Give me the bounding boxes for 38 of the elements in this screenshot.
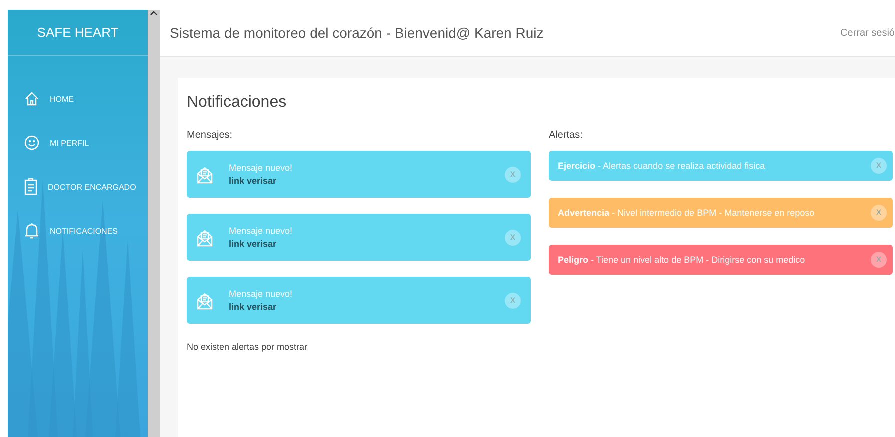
- nav-label: HOME: [50, 94, 74, 104]
- nav-item[interactable]: NOTIFICACIONES: [24, 216, 148, 246]
- alert-text: Peligro - Tiene un nivel alto de BPM - Dirigirse con su medico: [558, 255, 806, 265]
- nav-label: MI PERFIL: [50, 138, 90, 148]
- message-link[interactable]: link verisar: [229, 302, 505, 312]
- envelope-icon: [197, 292, 213, 310]
- scroll-up-icon[interactable]: [150, 10, 158, 18]
- messages-label: Mensajes:: [187, 130, 234, 141]
- message-title: Mensaje nuevo!: [229, 226, 294, 236]
- close-button[interactable]: x: [871, 252, 887, 268]
- house-icon: [24, 91, 40, 107]
- message-link[interactable]: link verisar: [229, 176, 505, 186]
- empty-text: No existen alertas por mostrar: [187, 342, 309, 352]
- close-button[interactable]: x: [505, 166, 521, 182]
- close-button[interactable]: x: [871, 205, 887, 221]
- alerts-label: Alertas:: [549, 130, 584, 141]
- message-title: Mensaje nuevo!: [229, 289, 294, 299]
- close-button[interactable]: x: [505, 292, 521, 308]
- logout-link[interactable]: Cerrar sesió: [840, 28, 895, 38]
- bell-icon: [24, 222, 40, 240]
- clipboard-icon: [24, 178, 38, 196]
- nav-item[interactable]: DOCTOR ENCARGADO: [24, 172, 148, 202]
- alert-text: Advertencia - Nivel intermedio de BPM - Mantenerse en reposo: [558, 208, 815, 218]
- scrollbar[interactable]: [148, 10, 160, 437]
- nav-label: DOCTOR ENCARGADO: [48, 182, 136, 192]
- smiley-icon: [24, 135, 40, 151]
- nav-item[interactable]: HOME: [24, 84, 148, 114]
- envelope-icon: [197, 166, 213, 184]
- nav-label: NOTIFICACIONES: [50, 226, 118, 236]
- nav-item[interactable]: MI PERFIL: [24, 128, 148, 158]
- message-title: Mensaje nuevo!: [229, 163, 294, 173]
- close-button[interactable]: x: [505, 230, 521, 246]
- alert-text: Ejercicio - Alertas cuando se realiza actividad fisica: [558, 161, 766, 171]
- message-link[interactable]: link verisar: [229, 239, 505, 249]
- panel-title: Notificaciones: [187, 94, 288, 112]
- envelope-icon: [197, 228, 213, 246]
- header-title: Sistema de monitoreo del corazón - Bienvenid@ Karen Ruiz: [170, 25, 544, 41]
- close-button[interactable]: x: [871, 158, 887, 174]
